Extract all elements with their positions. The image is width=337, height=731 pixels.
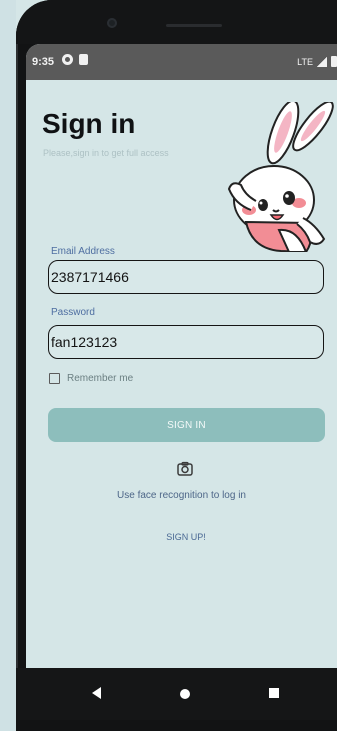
- back-icon[interactable]: [92, 687, 101, 699]
- remember-me-row[interactable]: Remember me: [49, 373, 133, 384]
- battery-icon: [331, 56, 337, 67]
- email-field[interactable]: 2387171466: [48, 260, 324, 294]
- recents-icon[interactable]: [269, 688, 279, 698]
- phone-bottom-bezel: [16, 720, 337, 731]
- email-label: Email Address: [51, 246, 115, 257]
- front-camera-icon: [107, 18, 117, 28]
- app-status-icon: [62, 54, 73, 65]
- sign-up-button[interactable]: SIGN UP!: [146, 528, 226, 546]
- remember-checkbox[interactable]: [49, 373, 60, 384]
- remember-label: Remember me: [67, 373, 134, 384]
- login-screen: 9:35 LTE Sign in Please,sign in to get f…: [26, 44, 337, 688]
- status-time: 9:35: [32, 56, 55, 68]
- signal-icon: [317, 56, 327, 67]
- email-value: 2387171466: [51, 269, 129, 285]
- password-value: fan123123: [51, 334, 118, 350]
- page-subtitle: Please,sign in to get full access: [43, 148, 169, 158]
- sim-card-icon: [79, 54, 88, 65]
- camera-icon[interactable]: [176, 460, 194, 478]
- rabbit-illustration: [227, 102, 334, 252]
- android-navigation-bar: [16, 668, 337, 720]
- phone-frame: 9:35 LTE Sign in Please,sign in to get f…: [16, 0, 337, 731]
- password-field[interactable]: fan123123: [48, 325, 324, 359]
- app-window: 9:35 LTE Sign in Please,sign in to get f…: [0, 0, 337, 731]
- phone-top-bezel: [16, 0, 337, 44]
- status-bar: 9:35 LTE: [26, 44, 337, 80]
- face-recognition-link[interactable]: Use face recognition to log in: [26, 490, 337, 501]
- sign-in-button[interactable]: SIGN IN: [48, 408, 325, 442]
- rabbit-mascot: [227, 102, 334, 252]
- speaker-grill: [166, 24, 222, 27]
- password-label: Password: [51, 307, 95, 318]
- page-title: Sign in: [42, 108, 136, 139]
- status-right-icons: LTE: [297, 56, 337, 67]
- network-type-text: LTE: [297, 56, 313, 67]
- status-icons-left: [62, 54, 88, 65]
- background-strip: [0, 0, 16, 731]
- home-icon[interactable]: [180, 689, 190, 699]
